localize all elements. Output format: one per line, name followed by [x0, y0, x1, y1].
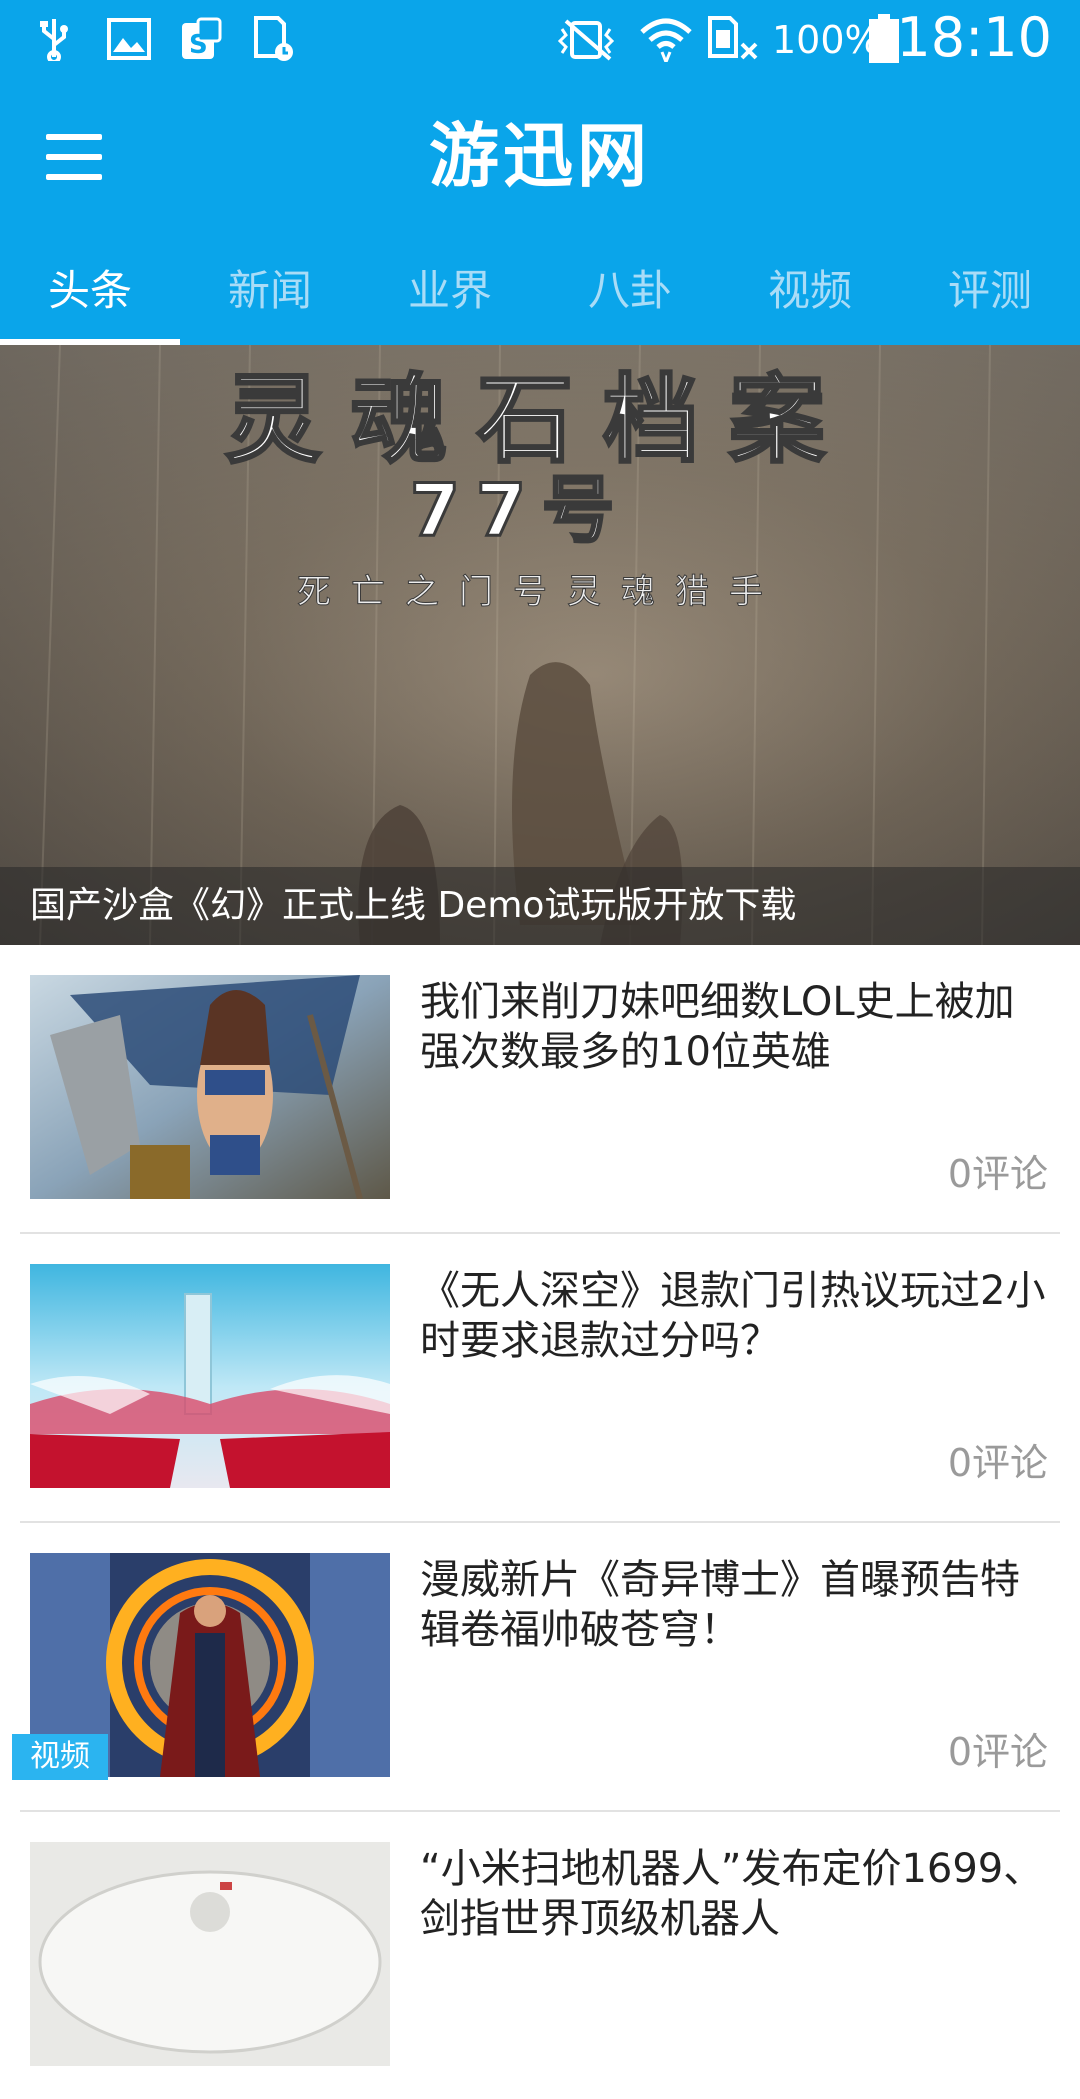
video-badge: 视频: [12, 1734, 108, 1780]
article-title: 《无人深空》退款门引热议玩过2小时要求退款过分吗？: [420, 1268, 1046, 1364]
tab-video[interactable]: 视频: [720, 230, 900, 345]
tab-headlines[interactable]: 头条: [0, 230, 180, 345]
vibrate-icon: [552, 14, 622, 64]
list-item[interactable]: 我们来削刀妹吧细数LOL史上被加强次数最多的10位英雄 0评论: [20, 945, 1060, 1234]
comment-count: 0评论: [947, 1730, 1048, 1774]
list-item[interactable]: 《无人深空》退款门引热议玩过2小时要求退款过分吗？ 0评论: [20, 1234, 1060, 1523]
s-app-icon: S: [178, 14, 224, 64]
app-title: 游迅网: [429, 115, 651, 197]
comment-count: 0评论: [947, 1441, 1048, 1485]
article-title: 我们来削刀妹吧细数LOL史上被加强次数最多的10位英雄: [420, 979, 1015, 1075]
category-tabs: 头条 新闻 业界 八卦 视频 评测: [0, 230, 1080, 345]
image-icon: [106, 14, 152, 64]
article-title: “小米扫地机器人”发布定价1699、剑指世界顶级机器人: [420, 1846, 1044, 1942]
sd-card-icon: [250, 14, 296, 64]
svg-text:S: S: [189, 30, 208, 60]
battery-percentage: 100%: [772, 18, 881, 62]
usb-icon: [34, 14, 74, 64]
comment-count: 0评论: [947, 1152, 1048, 1196]
clock: 18:10: [896, 6, 1052, 69]
status-bar: S 100% 18:10: [0, 0, 1080, 80]
article-list: 我们来削刀妹吧细数LOL史上被加强次数最多的10位英雄 0评论 《无人深空》退款…: [0, 945, 1080, 2099]
poster-title: 灵魂石档案: [225, 364, 855, 476]
hero-image: 灵魂石档案 77号 死亡之门号灵魂猎手: [0, 345, 1080, 945]
article-thumbnail: [30, 1264, 390, 1488]
wifi-icon: [640, 14, 692, 64]
hero-banner[interactable]: 灵魂石档案 77号 死亡之门号灵魂猎手 国产沙盒《幻》正式上线 Demo试玩版开…: [0, 345, 1080, 945]
article-thumbnail: [30, 975, 390, 1199]
tab-industry[interactable]: 业界: [360, 230, 540, 345]
poster-number: 77号: [410, 468, 630, 552]
article-thumbnail: [30, 1842, 390, 2066]
tab-review[interactable]: 评测: [900, 230, 1080, 345]
hero-caption: 国产沙盒《幻》正式上线 Demo试玩版开放下载: [0, 867, 1080, 945]
app-bar: 游迅网: [0, 80, 1080, 230]
poster-subtitle: 死亡之门号灵魂猎手: [297, 572, 783, 612]
list-item[interactable]: “小米扫地机器人”发布定价1699、剑指世界顶级机器人: [20, 1812, 1060, 2099]
tab-news[interactable]: 新闻: [180, 230, 360, 345]
article-title: 漫威新片《奇异博士》首曝预告特辑卷福帅破苍穹！: [420, 1557, 1020, 1653]
list-item[interactable]: 视频 漫威新片《奇异博士》首曝预告特辑卷福帅破苍穹！ 0评论: [12, 1523, 1060, 1812]
tab-gossip[interactable]: 八卦: [540, 230, 720, 345]
no-sim-icon: [706, 14, 762, 64]
